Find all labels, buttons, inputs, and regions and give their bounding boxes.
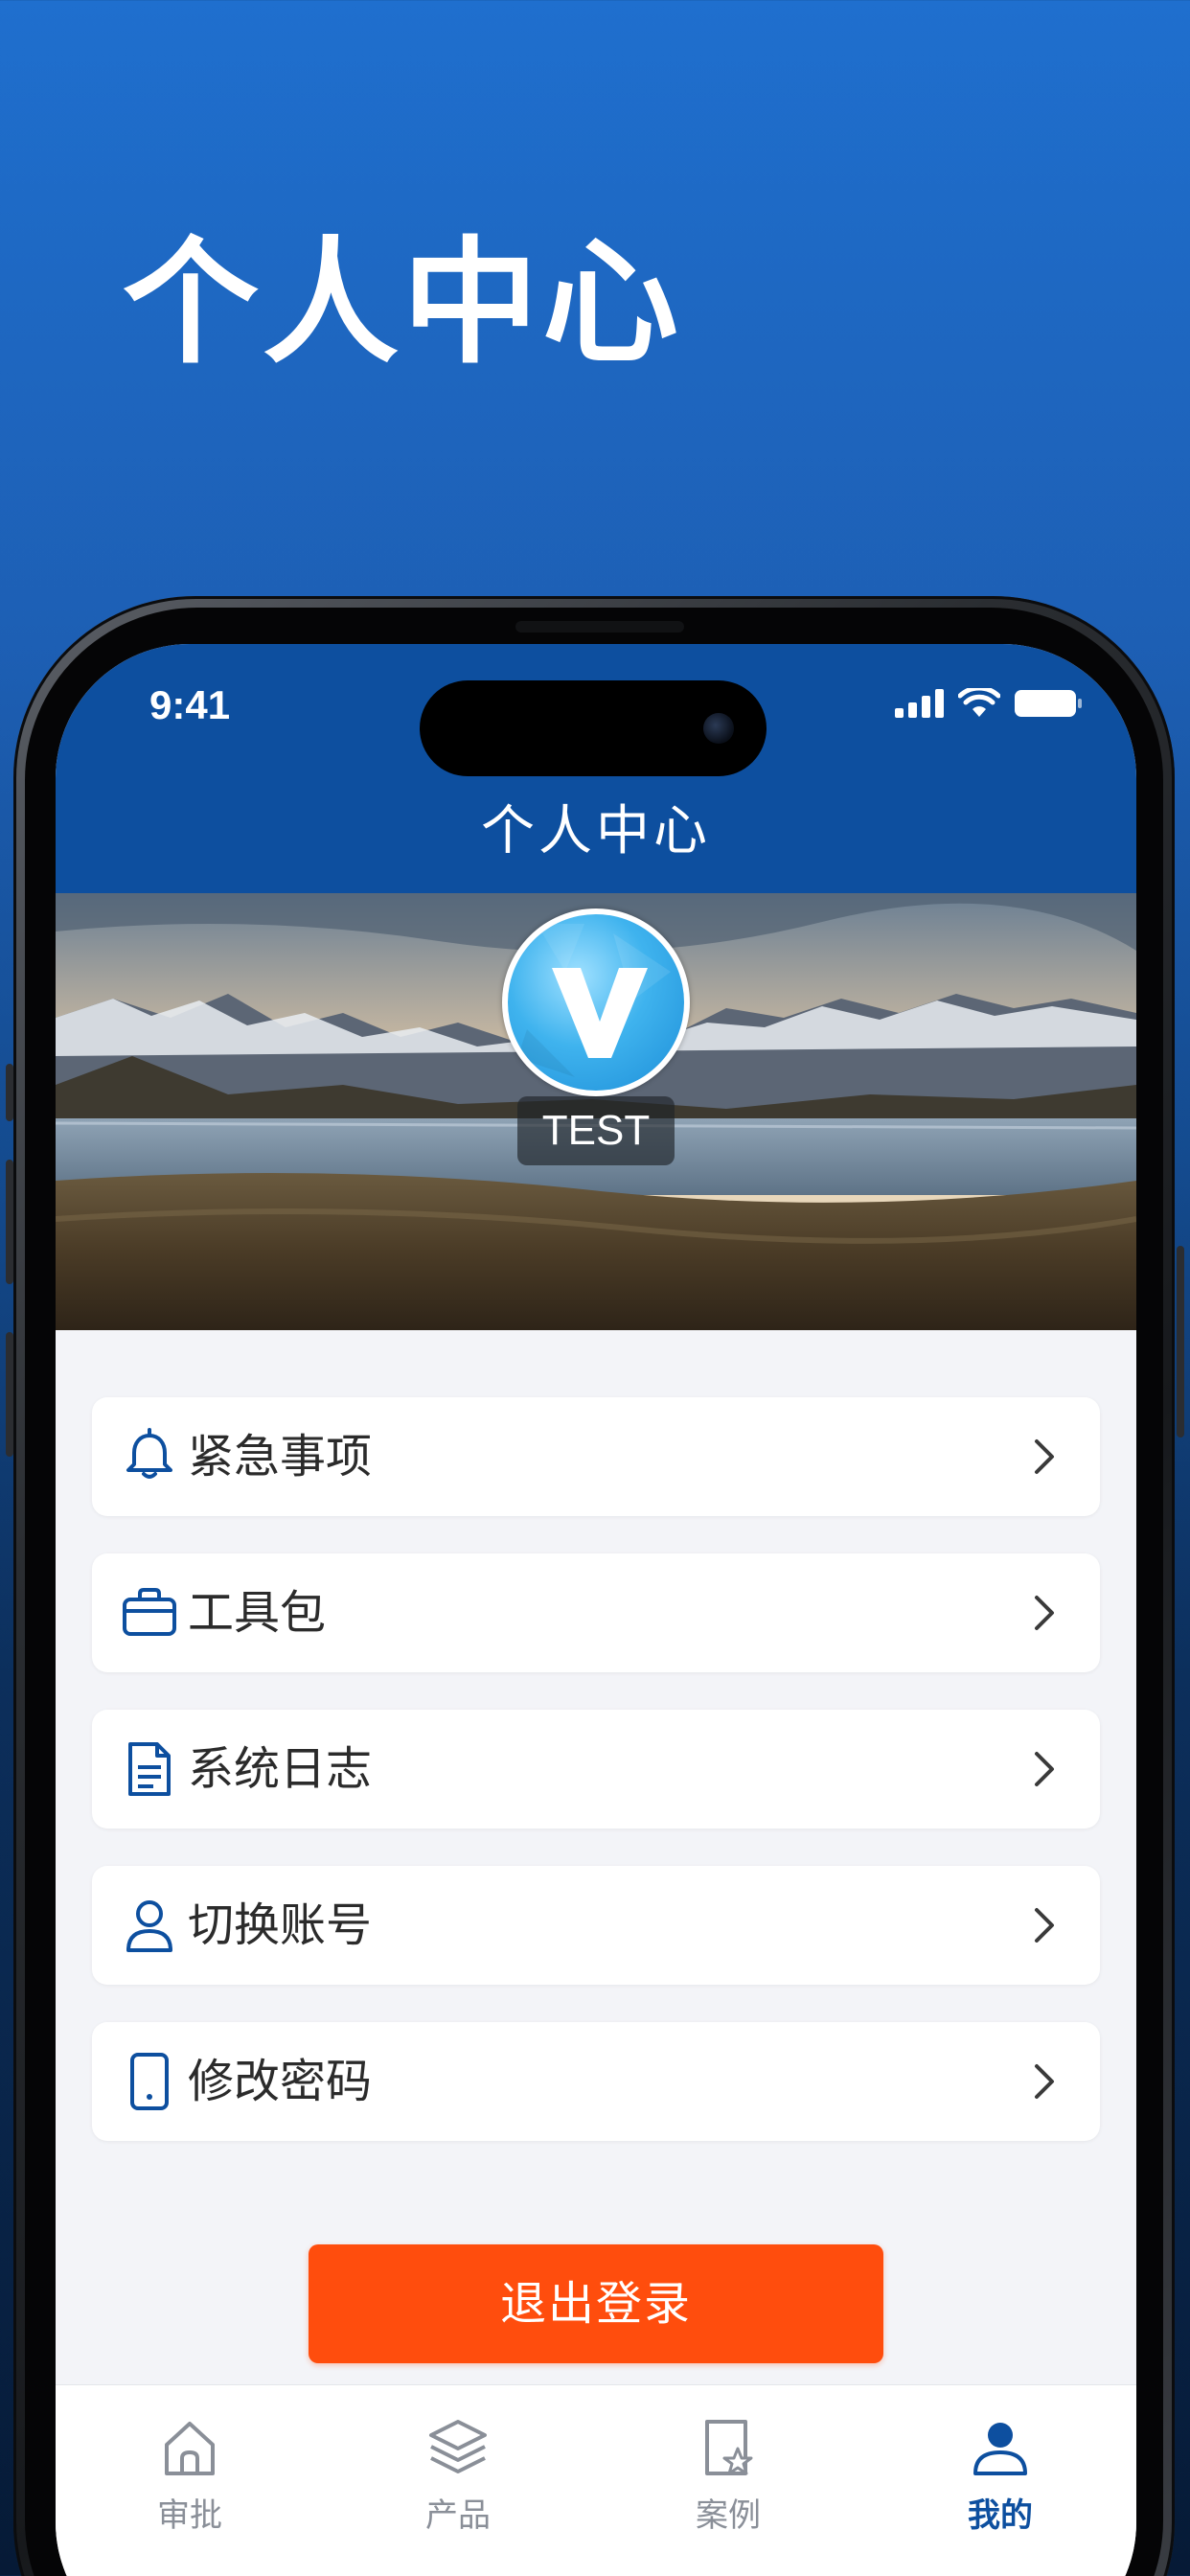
tab-cases[interactable]: 案例 bbox=[652, 2414, 805, 2536]
menu-item-urgent[interactable]: 紧急事项 bbox=[92, 1397, 1100, 1516]
chevron-right-icon bbox=[1035, 2064, 1054, 2099]
menu-item-toolkit[interactable]: 工具包 bbox=[92, 1553, 1100, 1672]
menu-item-change-password[interactable]: 修改密码 bbox=[92, 2022, 1100, 2141]
battery-icon bbox=[1015, 690, 1082, 717]
mute-switch bbox=[6, 1064, 13, 1121]
camera-icon bbox=[703, 713, 734, 744]
dynamic-island bbox=[420, 680, 767, 776]
menu-item-label: 工具包 bbox=[188, 1586, 327, 1640]
user-icon bbox=[126, 1900, 172, 1952]
username-label: TEST bbox=[517, 1096, 675, 1165]
app-screen: 9:41 个人中心 TEST 紧急事项 工具包 系统日志 切换账号 修改密码 退… bbox=[56, 644, 1136, 2576]
chevron-right-icon bbox=[1035, 1439, 1054, 1474]
navigation-bar: 9:41 个人中心 bbox=[56, 644, 1136, 893]
bell-icon bbox=[126, 1428, 172, 1479]
bookmark-star-icon bbox=[705, 2420, 753, 2475]
wifi-icon bbox=[958, 688, 1000, 717]
power-button bbox=[1177, 1246, 1184, 1438]
tab-products[interactable]: 产品 bbox=[381, 2414, 535, 2536]
promo-headline: 个人中心 bbox=[123, 224, 682, 382]
chevron-right-icon bbox=[1035, 1908, 1054, 1943]
tab-label: 审批 bbox=[157, 2496, 222, 2535]
status-time: 9:41 bbox=[149, 682, 231, 727]
menu-item-switch-account[interactable]: 切换账号 bbox=[92, 1866, 1100, 1985]
profile-banner: TEST bbox=[56, 893, 1136, 1330]
avatar-logo bbox=[508, 914, 684, 1091]
tab-mine[interactable]: 我的 bbox=[924, 2414, 1077, 2536]
settings-menu: 紧急事项 工具包 系统日志 切换账号 修改密码 bbox=[92, 1397, 1100, 2178]
home-icon bbox=[165, 2422, 215, 2475]
layers-icon bbox=[429, 2420, 487, 2473]
menu-item-system-log[interactable]: 系统日志 bbox=[92, 1710, 1100, 1828]
logout-button[interactable]: 退出登录 bbox=[309, 2244, 883, 2363]
menu-item-label: 紧急事项 bbox=[188, 1430, 373, 1484]
status-icons bbox=[895, 688, 1083, 719]
volume-up-button bbox=[6, 1160, 13, 1284]
avatar[interactable] bbox=[502, 908, 690, 1096]
tab-label: 案例 bbox=[696, 2496, 761, 2535]
phone-icon bbox=[130, 2053, 169, 2110]
tab-approval[interactable]: 审批 bbox=[113, 2414, 266, 2536]
tab-label: 我的 bbox=[968, 2496, 1033, 2535]
briefcase-icon bbox=[123, 1588, 176, 1636]
tab-label: 产品 bbox=[425, 2496, 491, 2535]
person-icon bbox=[973, 2423, 1027, 2475]
menu-item-label: 切换账号 bbox=[188, 1898, 373, 1952]
signal-icon bbox=[895, 689, 944, 718]
volume-down-button bbox=[6, 1332, 13, 1457]
chevron-right-icon bbox=[1035, 1596, 1054, 1630]
page-title: 个人中心 bbox=[481, 800, 711, 862]
document-icon bbox=[128, 1742, 171, 1796]
chevron-right-icon bbox=[1035, 1752, 1054, 1786]
menu-item-label: 系统日志 bbox=[188, 1742, 373, 1796]
speaker-grill bbox=[515, 621, 684, 632]
tab-bar: 审批 产品 案例 我的 bbox=[56, 2384, 1136, 2576]
menu-item-label: 修改密码 bbox=[188, 2055, 373, 2108]
